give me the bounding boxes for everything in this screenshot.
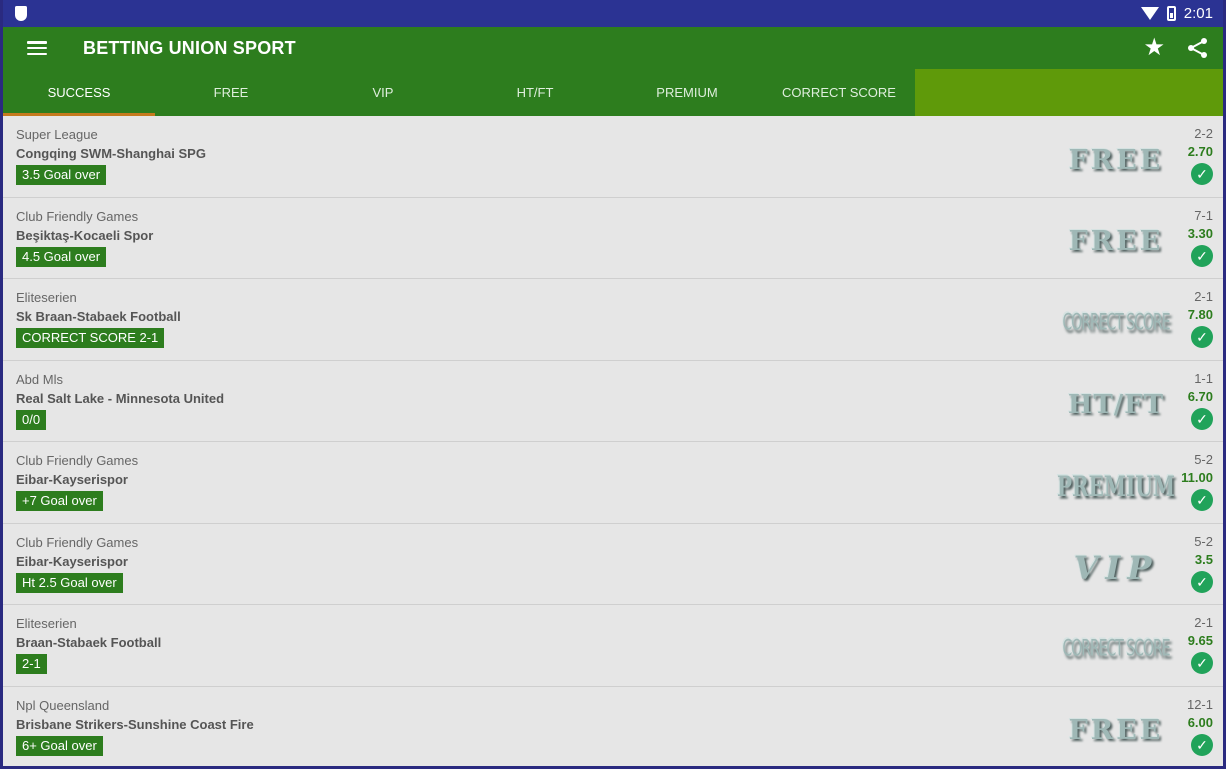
- result-column: 2-1 7.80 ✓: [1188, 289, 1213, 348]
- list-item[interactable]: Eliteserien Sk Braan-Stabaek Football CORR…: [3, 279, 1223, 361]
- status-bar: 2:01: [3, 0, 1223, 27]
- list-item[interactable]: Club Friendly Games Beşiktaş-Kocaeli Spor…: [3, 197, 1223, 279]
- result-column: 5-2 11.00 ✓: [1181, 452, 1213, 511]
- match-name: Braan-Stabaek Football: [16, 635, 162, 650]
- final-score: 5-2: [1194, 533, 1213, 549]
- shield-icon: [15, 6, 27, 21]
- pick-badge: +7 Goal over: [16, 491, 103, 511]
- category-badge: HT/FT: [1067, 389, 1165, 420]
- league-name: Super League: [16, 127, 98, 142]
- category-badge: FREE: [1068, 144, 1164, 176]
- league-name: Club Friendly Games: [16, 453, 139, 468]
- odds-value: 3.30: [1187, 225, 1213, 241]
- wifi-icon: [1140, 7, 1159, 20]
- match-name: Congqing SWM-Shanghai SPG: [16, 146, 206, 161]
- check-circle-icon: ✓: [1191, 489, 1213, 511]
- final-score: 5-2: [1194, 452, 1213, 467]
- status-right: 2:01: [1140, 5, 1213, 22]
- result-column: 2-2 2.70 ✓: [1188, 126, 1213, 185]
- final-score: 12-1: [1186, 696, 1213, 712]
- check-circle-icon: ✓: [1191, 407, 1213, 430]
- match-name: Brisbane Strikers-Sunshine Coast Fire: [16, 716, 254, 732]
- list-item[interactable]: Club Friendly Games Eibar-Kayserispor +7 G…: [3, 442, 1223, 524]
- result-column: 1-1 6.70 ✓: [1188, 371, 1213, 430]
- pick-badge: Ht 2.5 Goal over: [16, 572, 123, 593]
- pick-badge: CORRECT SCORE 2-1: [16, 328, 165, 348]
- category-badge: PREMIUM: [1057, 469, 1175, 503]
- result-column: 12-1 6.00 ✓: [1187, 697, 1213, 756]
- odds-value: 6.00: [1187, 714, 1213, 730]
- check-circle-icon: ✓: [1191, 244, 1213, 267]
- match-name: Eibar-Kayserispor: [16, 553, 128, 569]
- tab-bar-filler: [915, 69, 1223, 116]
- check-circle-icon: ✓: [1191, 652, 1213, 674]
- league-name: Npl Queensland: [16, 697, 110, 713]
- menu-icon[interactable]: [27, 41, 47, 55]
- tab-vip[interactable]: VIP: [307, 69, 459, 116]
- check-circle-icon: ✓: [1191, 163, 1213, 185]
- pick-badge: 2-1: [16, 654, 47, 674]
- tab-success[interactable]: SUCCESS: [3, 69, 155, 116]
- result-column: 2-1 9.65 ✓: [1188, 615, 1213, 674]
- final-score: 7-1: [1194, 207, 1213, 223]
- match-name: Sk Braan-Stabaek Football: [16, 309, 181, 324]
- status-time: 2:01: [1183, 5, 1213, 22]
- check-circle-icon: ✓: [1191, 733, 1213, 756]
- star-icon[interactable]: ★: [1143, 36, 1165, 60]
- final-score: 1-1: [1194, 370, 1213, 386]
- tab-correct-score[interactable]: CORRECT SCORE: [763, 69, 915, 116]
- pick-badge: 4.5 Goal over: [16, 246, 107, 267]
- odds-value: 9.65: [1187, 633, 1213, 648]
- category-badge: FREE: [1068, 226, 1164, 257]
- check-circle-icon: ✓: [1191, 326, 1213, 348]
- category-badge: CORRECT SCORE: [1062, 636, 1170, 662]
- list-item[interactable]: Super League Congqing SWM-Shanghai SPG 3.5…: [3, 116, 1223, 198]
- app-title: BETTING UNION SPORT: [83, 37, 296, 58]
- match-name: Real Salt Lake - Minnesota United: [16, 390, 225, 406]
- list-item[interactable]: Club Friendly Games Eibar-Kayserispor Ht 2…: [3, 523, 1223, 605]
- odds-value: 11.00: [1181, 470, 1213, 485]
- list-item[interactable]: Npl Queensland Brisbane Strikers-Sunshine…: [3, 686, 1223, 766]
- category-badge: CORRECT SCORE: [1062, 310, 1170, 336]
- tab-bar: SUCCESS FREE VIP HT/FT PREMIUM CORRECT SCORE: [3, 69, 1223, 116]
- pick-badge: 3.5 Goal over: [16, 165, 107, 185]
- odds-value: 2.70: [1187, 144, 1213, 159]
- league-name: Eliteserien: [16, 290, 77, 305]
- pick-badge: 0/0: [16, 409, 47, 430]
- pick-badge: 6+ Goal over: [16, 735, 103, 756]
- check-circle-icon: ✓: [1191, 570, 1213, 593]
- app-frame: 2:01 BETTING UNION SPORT ★ SUCCESS FREE VI…: [0, 0, 1226, 769]
- battery-icon: [1166, 6, 1176, 21]
- category-badge: FREE: [1068, 715, 1164, 746]
- tips-list: Super League Congqing SWM-Shanghai SPG 3.5…: [3, 116, 1223, 766]
- result-column: 5-2 3.5 ✓: [1191, 534, 1213, 593]
- league-name: Eliteserien: [16, 616, 77, 631]
- league-name: Abd Mls: [16, 371, 63, 387]
- odds-value: 6.70: [1187, 388, 1213, 404]
- category-badge: VIP: [1073, 548, 1159, 587]
- app-bar: BETTING UNION SPORT ★: [3, 27, 1223, 69]
- odds-value: 7.80: [1187, 307, 1213, 322]
- tab-free[interactable]: FREE: [155, 69, 307, 116]
- share-icon[interactable]: [1187, 37, 1209, 59]
- league-name: Club Friendly Games: [16, 534, 139, 550]
- app-bar-actions: ★: [1143, 36, 1209, 60]
- final-score: 2-1: [1194, 289, 1213, 304]
- match-name: Eibar-Kayserispor: [16, 472, 128, 487]
- final-score: 2-2: [1194, 126, 1213, 141]
- final-score: 2-1: [1194, 615, 1213, 630]
- tab-ht-ft[interactable]: HT/FT: [459, 69, 611, 116]
- list-item[interactable]: Eliteserien Braan-Stabaek Football 2-1 CORR…: [3, 605, 1223, 687]
- result-column: 7-1 3.30 ✓: [1188, 208, 1213, 267]
- tab-premium[interactable]: PREMIUM: [611, 69, 763, 116]
- odds-value: 3.5: [1194, 551, 1213, 567]
- league-name: Club Friendly Games: [16, 208, 139, 224]
- match-name: Beşiktaş-Kocaeli Spor: [16, 227, 154, 243]
- list-item[interactable]: Abd Mls Real Salt Lake - Minnesota United…: [3, 360, 1223, 442]
